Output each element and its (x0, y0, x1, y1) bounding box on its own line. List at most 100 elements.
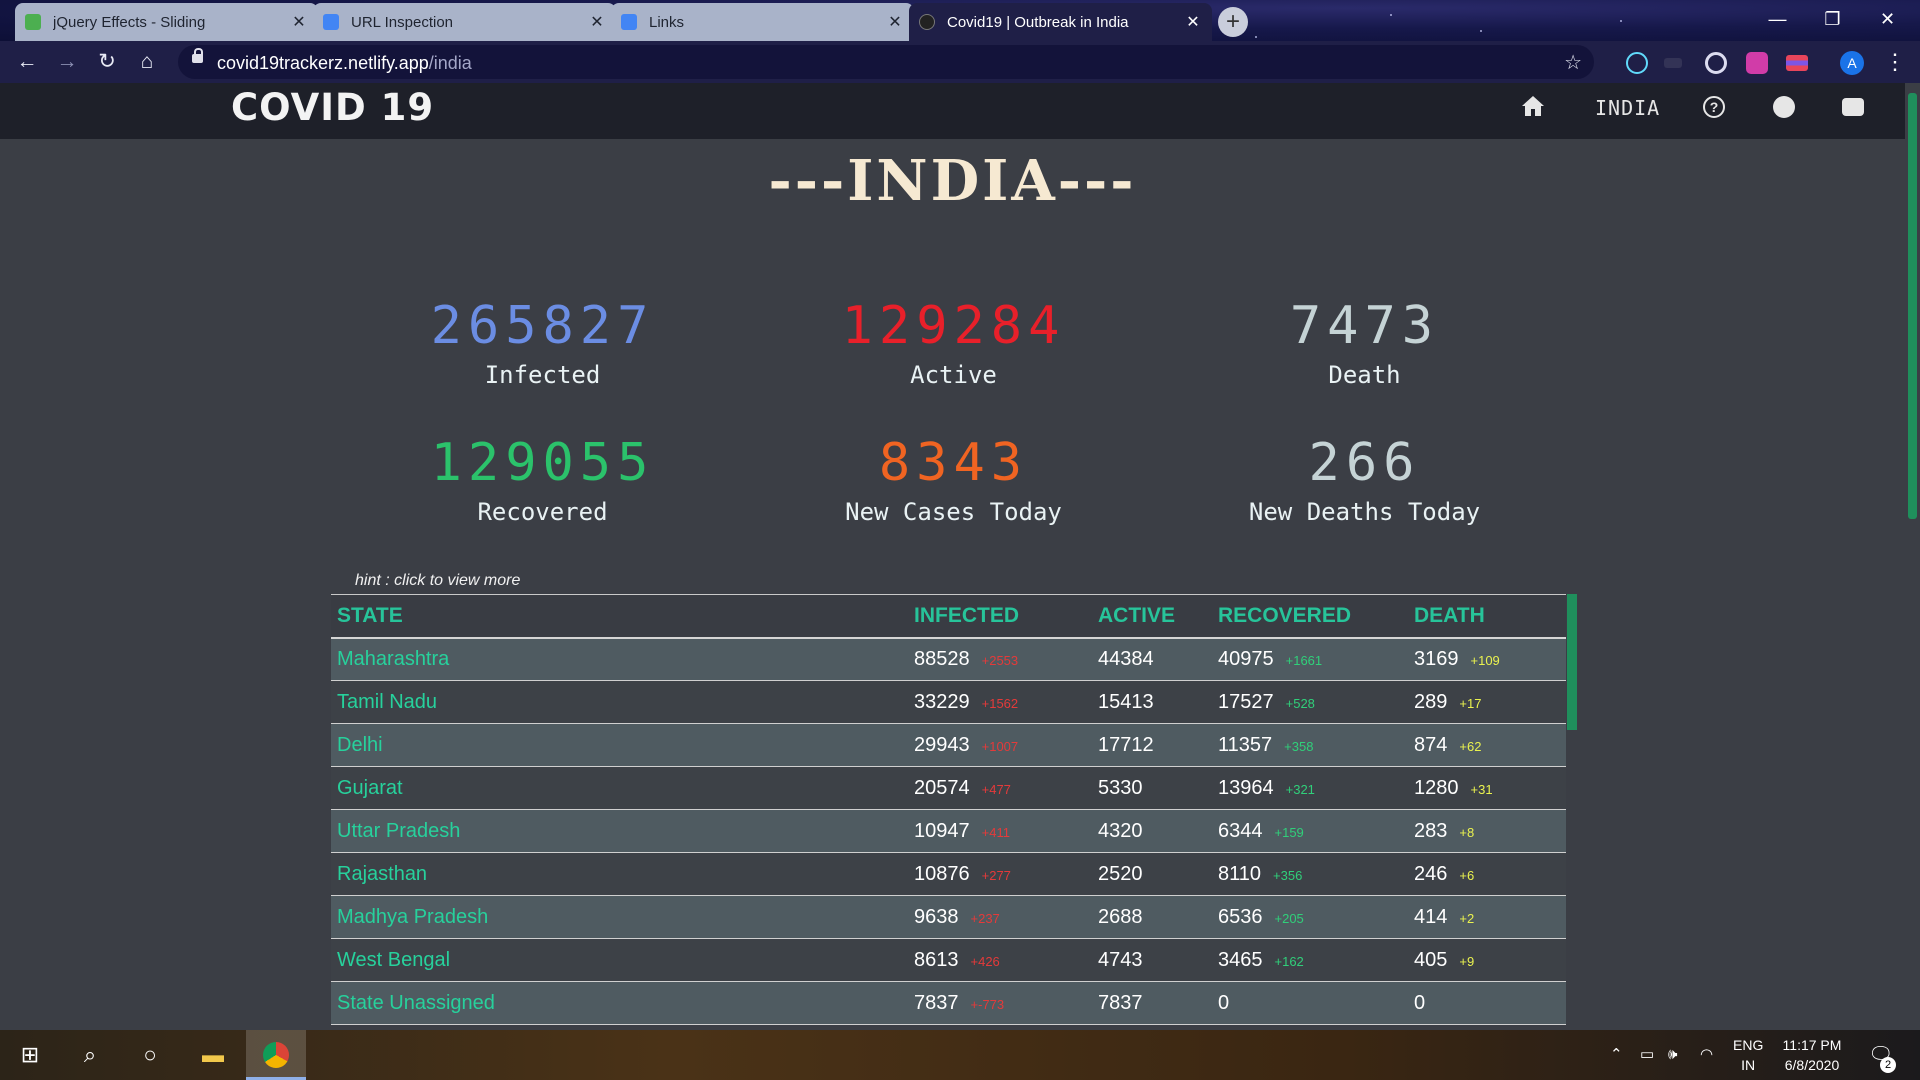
window-close-icon[interactable]: ✕ (1860, 0, 1915, 38)
close-icon[interactable]: ✕ (886, 12, 904, 32)
infected-delta: +237 (970, 910, 1000, 926)
table-row[interactable]: State Unassigned 7837 +-773 7837 0 0 (331, 981, 1566, 1025)
search-icon[interactable]: ⌕ (60, 1030, 120, 1080)
site-navbar: COVID 19 INDIA ? (0, 83, 1905, 139)
recovered-cell: 11357 +358 (1212, 723, 1408, 767)
state-table: STATE INFECTED ACTIVE RECOVERED DEATH Ma… (331, 594, 1566, 1025)
home-icon[interactable] (1521, 95, 1545, 117)
stat-value: 266 (1308, 433, 1421, 493)
tab-covid19-outbreak[interactable]: Covid19 | Outbreak in India ✕ (909, 3, 1212, 41)
stat-value: 265827 (430, 296, 655, 356)
state-name-cell[interactable]: Gujarat (331, 766, 908, 810)
lock-icon (192, 48, 203, 63)
back-arrow-icon[interactable]: ← (14, 49, 40, 75)
react-devtools-icon[interactable] (1626, 52, 1648, 74)
battery-icon[interactable]: ▭ (1640, 1030, 1654, 1080)
table-row[interactable]: Madhya Pradesh 9638 +237 2688 6536 +205 414 +2 (331, 895, 1566, 939)
state-name-cell[interactable]: Uttar Pradesh (331, 809, 908, 853)
state-name-cell[interactable]: Madhya Pradesh (331, 895, 908, 939)
tab-jquery-effects[interactable]: jQuery Effects - Sliding ✕ (15, 3, 318, 41)
profile-avatar[interactable]: A (1840, 51, 1864, 75)
state-name-cell[interactable]: State Unassigned (331, 981, 908, 1025)
table-row[interactable]: Uttar Pradesh 10947 +411 4320 6344 +159 283 +8 (331, 809, 1566, 853)
stat-label: New Cases Today (845, 498, 1062, 526)
stat-active: 129284 Active (748, 295, 1159, 389)
target-extension-icon[interactable] (1705, 52, 1727, 74)
recovered-cell: 40975 +1661 (1212, 637, 1408, 681)
close-icon[interactable]: ✕ (1184, 12, 1202, 32)
death-value: 1280 (1414, 776, 1459, 799)
windows-start-icon[interactable]: ⊞ (0, 1030, 60, 1080)
table-row[interactable]: West Bengal 8613 +426 4743 3465 +162 405 +9 (331, 938, 1566, 982)
bookmark-star-icon[interactable]: ☆ (1564, 50, 1582, 75)
stat-new-deaths-today: 266 New Deaths Today (1159, 432, 1570, 526)
wifi-icon[interactable]: ◠ (1700, 1030, 1713, 1080)
table-row[interactable]: Maharashtra 88528 +2553 44384 40975 +1661 3169… (331, 637, 1566, 681)
table-row[interactable]: Tamil Nadu 33229 +1562 15413 17527 +528 289 +17 (331, 680, 1566, 724)
column-header-state[interactable]: STATE (331, 594, 908, 639)
column-header-infected[interactable]: INFECTED (908, 594, 1092, 639)
table-row[interactable]: Rajasthan 10876 +277 2520 8110 +356 246 +6 (331, 852, 1566, 896)
volume-icon[interactable]: 🕪 (1668, 1030, 1677, 1080)
minimize-icon[interactable]: — (1750, 0, 1805, 38)
home-icon[interactable]: ⌂ (134, 49, 160, 75)
state-name-cell[interactable]: Maharashtra (331, 637, 908, 681)
close-icon[interactable]: ✕ (290, 12, 308, 32)
chrome-taskbar-button[interactable] (246, 1030, 306, 1080)
extension-icon[interactable] (1664, 58, 1682, 68)
site-brand-logo[interactable]: COVID 19 (231, 86, 434, 129)
page-scrollbar[interactable] (1905, 83, 1920, 1030)
github-icon[interactable] (1773, 96, 1795, 118)
tab-links[interactable]: Links ✕ (611, 3, 914, 41)
tab-url-inspection[interactable]: URL Inspection ✕ (313, 3, 616, 41)
infected-cell: 9638 +237 (908, 895, 1092, 939)
stat-label: Infected (484, 361, 601, 389)
new-tab-button[interactable]: + (1218, 7, 1248, 37)
column-header-recovered[interactable]: RECOVERED (1212, 594, 1408, 639)
scrollbar-thumb[interactable] (1908, 93, 1917, 519)
show-hidden-icons-icon[interactable]: ⌃ (1610, 1030, 1623, 1080)
active-cell: 7837 (1092, 981, 1212, 1025)
table-scrollbar[interactable] (1567, 594, 1577, 730)
death-value: 0 (1414, 991, 1426, 1014)
browser-toolbar: ← → ↻ ⌂ covid19trackerz.netlify.app/indi… (0, 41, 1920, 83)
death-value: 289 (1414, 690, 1448, 713)
reload-icon[interactable]: ↻ (94, 49, 120, 75)
cortana-icon[interactable]: ○ (120, 1030, 180, 1080)
nav-country-link[interactable]: INDIA (1595, 96, 1660, 120)
purple-extension-icon[interactable] (1746, 52, 1768, 74)
mail-icon[interactable] (1842, 98, 1864, 116)
restore-icon[interactable]: ❐ (1805, 0, 1860, 38)
infected-cell: 8613 +426 (908, 938, 1092, 982)
infected-cell: 20574 +477 (908, 766, 1092, 810)
state-name-cell[interactable]: Rajasthan (331, 852, 908, 896)
death-value: 405 (1414, 948, 1448, 971)
state-name-cell[interactable]: West Bengal (331, 938, 908, 982)
state-name-cell[interactable]: Tamil Nadu (331, 680, 908, 724)
stat-value: 7473 (1289, 296, 1440, 356)
recovered-cell: 3465 +162 (1212, 938, 1408, 982)
help-icon[interactable]: ? (1703, 96, 1725, 118)
system-clock[interactable]: 11:17 PM 6/8/2020 (1782, 1035, 1842, 1075)
infected-delta: +1007 (981, 738, 1019, 754)
address-bar[interactable]: covid19trackerz.netlify.app/india ☆ (178, 45, 1594, 79)
infected-delta: +426 (970, 953, 1000, 969)
state-name-cell[interactable]: Delhi (331, 723, 908, 767)
table-row[interactable]: Delhi 29943 +1007 17712 11357 +358 874 +62 (331, 723, 1566, 767)
table-row[interactable]: Gujarat 20574 +477 5330 13964 +321 1280 +31 (331, 766, 1566, 810)
recovered-value: 6344 (1218, 819, 1263, 842)
column-header-active[interactable]: ACTIVE (1092, 594, 1212, 639)
close-icon[interactable]: ✕ (588, 12, 606, 32)
search-console-favicon-icon (621, 14, 637, 30)
death-value: 414 (1414, 905, 1448, 928)
file-explorer-icon[interactable]: ▬ (183, 1030, 243, 1080)
more-options-icon[interactable]: ⋮ (1884, 49, 1906, 75)
language-indicator[interactable]: ENG IN (1733, 1035, 1763, 1075)
stacked-extension-icon[interactable] (1786, 55, 1808, 71)
forward-arrow-icon[interactable]: → (54, 49, 80, 75)
windows-taskbar: ⊞ ⌕ ○ ▬ ⌃ ▭ 🕪 ◠ ENG IN 11:17 PM 6/8/2020… (0, 1030, 1920, 1080)
column-header-death[interactable]: DEATH (1408, 594, 1566, 639)
death-value: 3169 (1414, 647, 1459, 670)
browser-tab-strip: jQuery Effects - Sliding ✕ URL Inspectio… (0, 0, 1920, 41)
infected-value: 9638 (914, 905, 959, 928)
